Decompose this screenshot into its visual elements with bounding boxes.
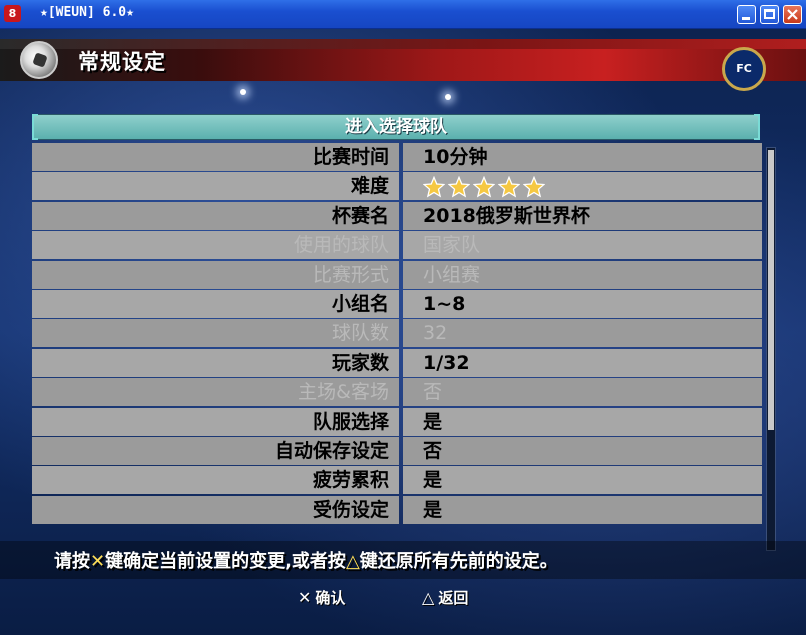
triangle-icon: △ (422, 588, 435, 607)
setting-label: 疲劳累积 (32, 466, 399, 495)
setting-row: 主场&客场否 (32, 378, 762, 407)
setting-row[interactable]: 玩家数 1/32 (32, 348, 762, 378)
triangle-button-icon: △ (345, 551, 360, 572)
setting-label: 杯赛名 (32, 201, 399, 230)
setting-label: 使用的球队 (32, 231, 399, 260)
confirm-button[interactable]: ✕ 确认 (298, 587, 345, 608)
setting-value[interactable]: 是 (403, 407, 762, 436)
setting-row[interactable]: 队服选择是 (32, 407, 762, 437)
setting-value: 小组赛 (403, 260, 762, 289)
setting-value[interactable]: 否 (403, 436, 762, 465)
maximize-icon (764, 9, 775, 19)
selection-bracket-right (754, 114, 760, 140)
setting-row[interactable]: 杯赛名 2018俄罗斯世界杯 (32, 201, 762, 231)
confirm-label: 确认 (315, 589, 346, 607)
maximize-button[interactable] (760, 5, 779, 24)
minimize-icon (742, 17, 750, 20)
hint-text: 请按✕键确定当前设置的变更,或者按△键还原所有先前的设定。 (54, 551, 558, 572)
app-icon[interactable]: 8 (4, 5, 21, 22)
settings-list: 比赛时间 10分钟 难度 杯赛名 2018俄罗斯世界杯 使用的球队 国家队 比赛形式 小组赛 小组… (32, 143, 762, 525)
setting-value[interactable]: 是 (403, 466, 762, 495)
setting-row[interactable]: 疲劳累积是 (32, 466, 762, 495)
selection-bracket-left (32, 114, 38, 140)
setting-value[interactable]: 1~8 (403, 289, 762, 318)
setting-value: 国家队 (403, 231, 762, 260)
setting-row[interactable]: 比赛时间 10分钟 (32, 143, 762, 172)
setting-label: 难度 (32, 172, 399, 201)
setting-label: 比赛时间 (32, 143, 399, 171)
setting-row: 使用的球队 国家队 (32, 231, 762, 260)
back-button[interactable]: △ 返回 (422, 587, 468, 608)
star-icon (423, 175, 445, 198)
setting-value[interactable]: 1/32 (403, 348, 762, 377)
setting-label: 球队数 (32, 319, 399, 348)
setting-label: 玩家数 (32, 348, 399, 377)
sparkle-decoration (445, 94, 451, 100)
settings-panel: 进入选择球队 比赛时间 10分钟 难度 杯赛名 2018俄罗斯世界杯 使用的球队 国家队 比赛… (32, 114, 762, 526)
enter-team-select-button[interactable]: 进入选择球队 (32, 114, 760, 140)
setting-label: 自动保存设定 (32, 436, 399, 465)
setting-label: 比赛形式 (32, 260, 399, 289)
setting-row[interactable]: 难度 (32, 172, 762, 201)
club-badge-icon: FC (722, 47, 766, 91)
cross-button-icon: ✕ (90, 551, 106, 572)
setting-value: 32 (403, 319, 762, 348)
setting-row[interactable]: 自动保存设定否 (32, 436, 762, 466)
star-icon (448, 175, 470, 198)
page-title: 常规设定 (78, 50, 166, 74)
scrollbar-thumb[interactable] (768, 150, 774, 430)
minimize-button[interactable] (737, 5, 756, 24)
setting-row[interactable]: 小组名 1~8 (32, 289, 762, 319)
back-label: 返回 (438, 589, 469, 607)
close-button[interactable] (783, 5, 802, 24)
football-icon (20, 41, 58, 79)
window-title: ★[WEUN] 6.0★ (40, 5, 134, 20)
setting-row: 球队数 32 (32, 319, 762, 348)
game-screen: 常规设定 FC 进入选择球队 比赛时间 10分钟 难度 杯赛名 2018俄罗斯世界杯 使用… (0, 29, 806, 635)
window-titlebar: 8 ★[WEUN] 6.0★ (0, 0, 806, 29)
difficulty-stars[interactable] (403, 172, 762, 201)
setting-value[interactable]: 2018俄罗斯世界杯 (403, 201, 762, 230)
setting-label: 队服选择 (32, 407, 399, 436)
cross-icon: ✕ (298, 588, 312, 607)
star-icon (473, 175, 495, 198)
close-icon (787, 9, 798, 20)
sparkle-decoration (240, 89, 246, 95)
setting-label: 主场&客场 (32, 378, 399, 407)
setting-value[interactable]: 10分钟 (403, 143, 762, 171)
star-icon (523, 175, 545, 198)
setting-row[interactable]: 受伤设定是 (32, 495, 762, 525)
setting-value: 否 (403, 378, 762, 407)
setting-label: 受伤设定 (32, 495, 399, 524)
settings-scrollbar[interactable] (766, 147, 776, 551)
setting-row: 比赛形式 小组赛 (32, 260, 762, 290)
setting-label: 小组名 (32, 289, 399, 318)
setting-value[interactable]: 是 (403, 495, 762, 524)
star-icon (498, 175, 520, 198)
